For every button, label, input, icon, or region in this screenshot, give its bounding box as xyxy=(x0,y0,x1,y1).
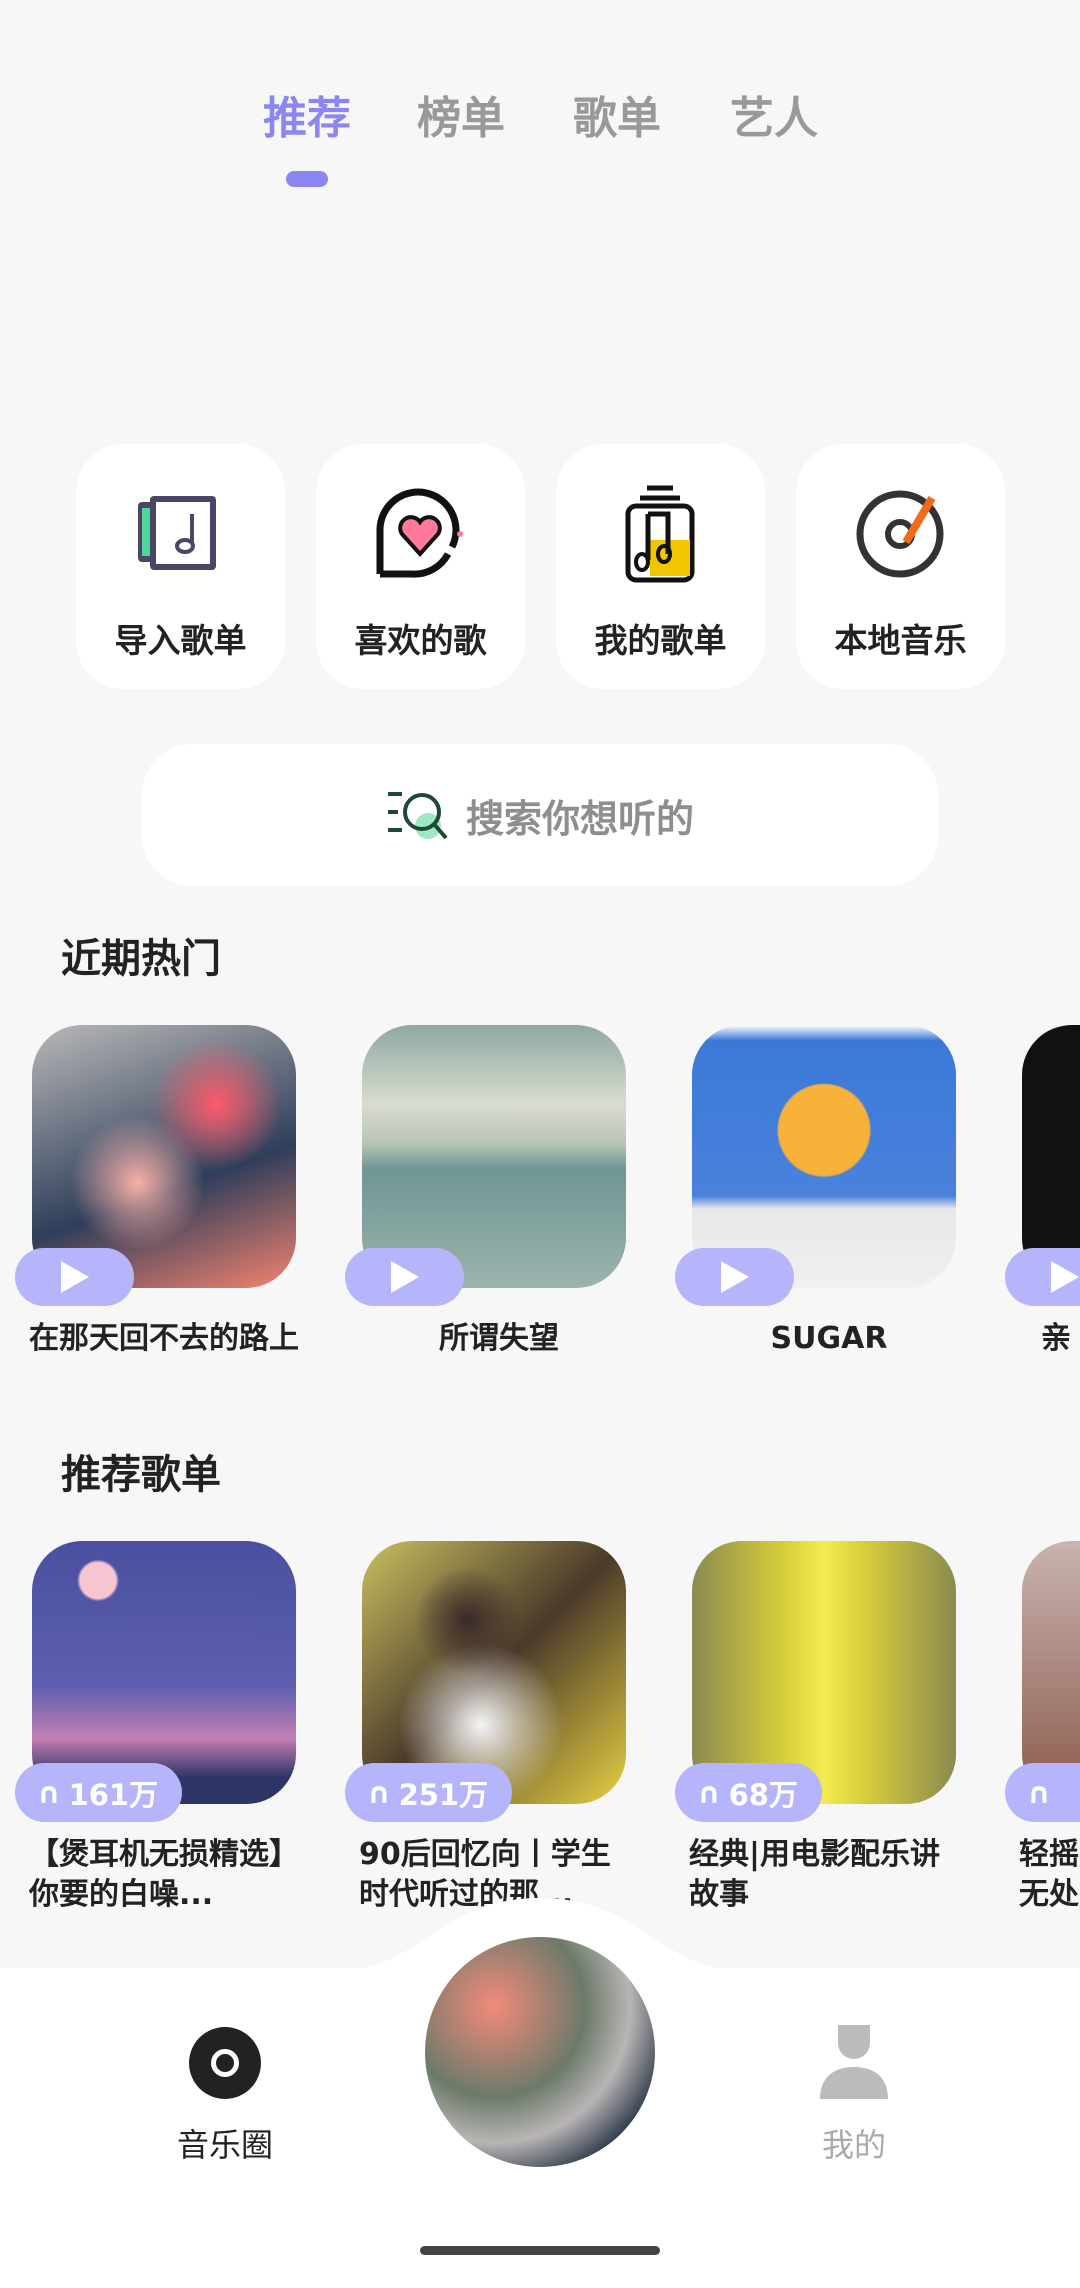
tab-artists[interactable]: 艺人 xyxy=(730,82,818,146)
liked-songs-button[interactable]: 喜欢的歌 xyxy=(316,444,525,689)
my-playlists-button[interactable]: 我的歌单 xyxy=(556,444,765,689)
play-count-badge: ∩ xyxy=(1005,1763,1080,1822)
headphones-icon: ∩ xyxy=(1027,1775,1051,1810)
song-title: SUGAR xyxy=(770,1321,888,1356)
song-card[interactable]: 亲 xyxy=(1005,1025,1080,1405)
vinyl-disc-icon xyxy=(856,490,944,578)
play-button[interactable] xyxy=(345,1248,464,1306)
playlist-card[interactable]: ∩ 251万 90后回忆向丨学生时代听过的那... xyxy=(345,1541,641,1921)
playlist-card[interactable]: ∩ 68万 经典|用电影配乐讲故事 xyxy=(675,1541,971,1921)
headphones-icon: ∩ xyxy=(697,1775,721,1810)
quick-action-label: 本地音乐 xyxy=(834,621,967,660)
tab-recommend[interactable]: 推荐 xyxy=(263,82,351,146)
play-button[interactable] xyxy=(675,1248,794,1306)
search-icon xyxy=(387,792,448,840)
quick-action-label: 我的歌单 xyxy=(594,621,727,660)
nav-mine[interactable]: 我的 xyxy=(822,2120,886,2166)
tab-playlists[interactable]: 歌单 xyxy=(573,82,661,146)
play-count: 68万 xyxy=(728,1777,798,1812)
play-count-badge: ∩ 68万 xyxy=(675,1763,822,1822)
song-title: 亲 xyxy=(1041,1321,1071,1356)
profile-icon[interactable] xyxy=(818,2025,890,2099)
quick-action-label: 喜欢的歌 xyxy=(354,621,487,660)
quick-action-label: 导入歌单 xyxy=(114,621,247,660)
music-circle-icon[interactable] xyxy=(189,2027,261,2099)
song-card[interactable]: 在那天回不去的路上 xyxy=(15,1025,311,1405)
headphones-icon: ∩ xyxy=(367,1775,391,1810)
play-count: 161万 xyxy=(68,1777,159,1812)
playlist-card[interactable]: ∩ 161万 【煲耳机无损精选】你要的白噪... xyxy=(15,1541,311,1921)
active-tab-indicator xyxy=(286,171,328,187)
heart-bubble-icon xyxy=(376,488,463,578)
song-card[interactable]: SUGAR xyxy=(675,1025,971,1405)
import-playlist-button[interactable]: 导入歌单 xyxy=(76,444,285,689)
home-indicator[interactable] xyxy=(420,2246,660,2255)
playlist-card[interactable]: ∩ 轻摇无处 xyxy=(1005,1541,1080,1921)
section-title-recent-hot: 近期热门 xyxy=(61,936,221,982)
play-count-badge: ∩ 251万 xyxy=(345,1763,513,1822)
import-playlist-icon xyxy=(138,496,216,570)
song-title: 在那天回不去的路上 xyxy=(29,1321,299,1356)
play-count: 251万 xyxy=(398,1777,489,1812)
local-music-button[interactable]: 本地音乐 xyxy=(796,444,1005,689)
nav-music-circle[interactable]: 音乐圈 xyxy=(177,2120,273,2166)
tab-charts[interactable]: 榜单 xyxy=(417,82,505,146)
now-playing-disc[interactable] xyxy=(425,1937,655,2167)
section-title-recommended-playlists: 推荐歌单 xyxy=(61,1452,221,1498)
music-jar-icon xyxy=(625,485,695,583)
search-placeholder: 搜索你想听的 xyxy=(465,796,694,841)
play-button[interactable] xyxy=(15,1248,134,1306)
song-title: 所谓失望 xyxy=(439,1321,559,1356)
headphones-icon: ∩ xyxy=(37,1775,61,1810)
search-bar[interactable]: 搜索你想听的 xyxy=(142,744,938,886)
play-count-badge: ∩ 161万 xyxy=(15,1763,183,1822)
play-button[interactable] xyxy=(1005,1248,1080,1306)
song-card[interactable]: 所谓失望 xyxy=(345,1025,641,1405)
